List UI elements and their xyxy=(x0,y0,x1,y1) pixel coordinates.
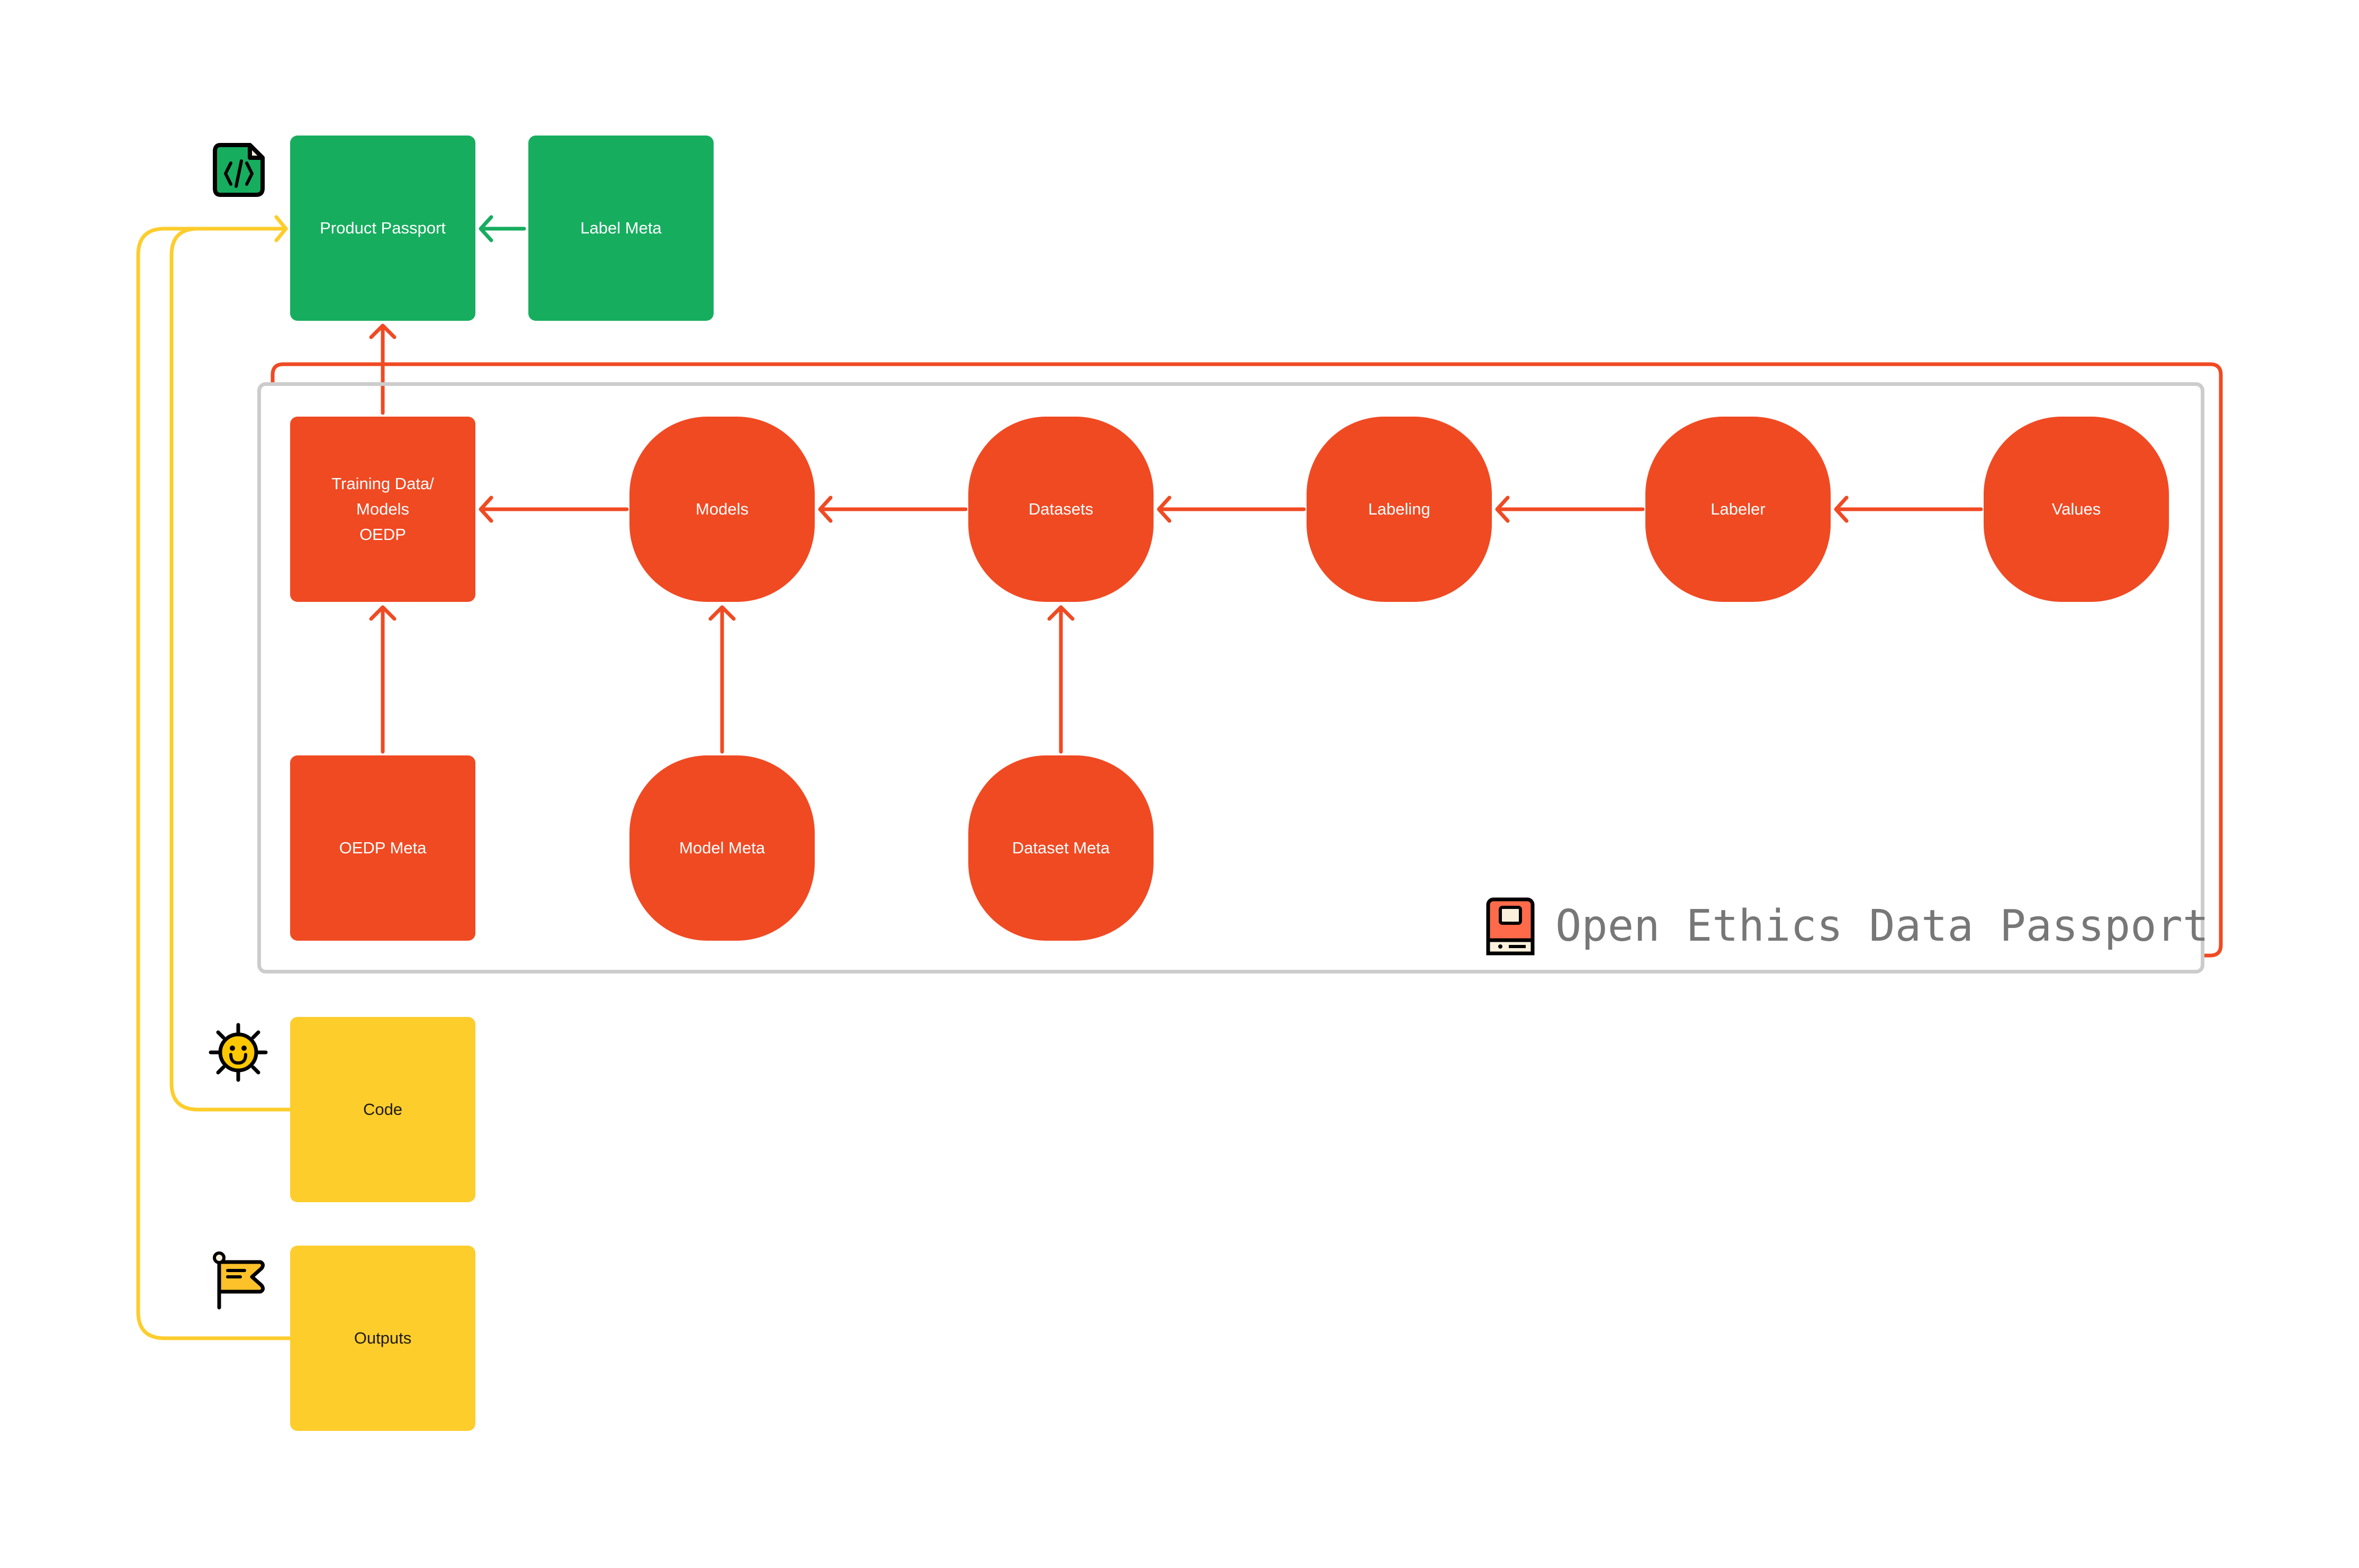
node-label: Datasets xyxy=(1028,500,1094,518)
sun-smile-icon xyxy=(209,1023,268,1082)
node-label: Outputs xyxy=(354,1329,412,1347)
book-icon xyxy=(1486,897,1535,956)
diagram-canvas: Product Passport Label Meta Training Dat… xyxy=(0,0,2359,1568)
node-label: Model Meta xyxy=(679,839,765,857)
code-file-icon xyxy=(213,143,265,197)
node-labeler[interactable]: Labeler xyxy=(1645,417,1831,602)
node-labeling[interactable]: Labeling xyxy=(1307,417,1492,602)
node-oedp-meta[interactable]: OEDP Meta xyxy=(290,755,475,941)
node-product-passport[interactable]: Product Passport xyxy=(290,136,475,321)
oedp-container xyxy=(257,382,2204,974)
node-label: Values xyxy=(2051,500,2101,518)
node-label-meta[interactable]: Label Meta xyxy=(528,136,714,321)
node-label: Training Data/ Models OEDP xyxy=(331,474,434,544)
flag-icon xyxy=(213,1251,265,1310)
node-label: Product Passport xyxy=(320,219,446,237)
label-meta-to-passport-line xyxy=(479,215,526,242)
node-model-meta[interactable]: Model Meta xyxy=(629,755,815,941)
node-label: Dataset Meta xyxy=(1012,839,1110,857)
node-label: Models xyxy=(696,500,749,518)
node-models[interactable]: Models xyxy=(629,417,815,602)
node-label: Labeler xyxy=(1710,500,1766,518)
node-code[interactable]: Code xyxy=(290,1017,475,1202)
node-outputs[interactable]: Outputs xyxy=(290,1246,475,1431)
node-label: Code xyxy=(363,1100,403,1119)
node-training-data[interactable]: Training Data/ Models OEDP xyxy=(290,417,475,602)
node-datasets[interactable]: Datasets xyxy=(968,417,1154,602)
node-label: OEDP Meta xyxy=(339,839,427,857)
oedp-title: Open Ethics Data Passport xyxy=(1555,901,2209,951)
node-label: Labeling xyxy=(1368,500,1430,518)
node-dataset-meta[interactable]: Dataset Meta xyxy=(968,755,1154,941)
node-values[interactable]: Values xyxy=(1984,417,2169,602)
node-label: Label Meta xyxy=(580,219,662,237)
